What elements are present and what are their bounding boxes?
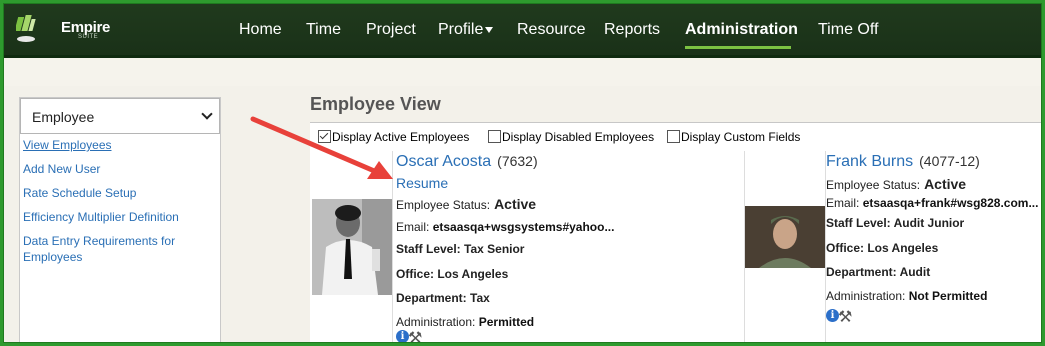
employee-actions: i ⚒ [396,328,436,342]
checkbox-icon[interactable] [488,130,501,143]
department: Department: Audit [826,265,931,279]
employee-photo[interactable] [312,199,392,295]
filter-bar: Display Active Employees Display Disable… [310,122,1041,152]
resume-link[interactable]: Resume [396,175,448,191]
sidebar-section-select[interactable]: Employee [20,98,220,134]
email-label: Email: [396,220,430,234]
sidebar-link-efficiency-multiplier[interactable]: Efficiency Multiplier Definition [23,209,179,225]
status-value: Active [494,196,537,212]
nav-administration[interactable]: Administration [685,21,798,39]
employee-actions: i ⚒ [826,308,866,326]
sidebar-link-data-entry-requirements[interactable]: Data Entry Requirements for Employees [23,233,193,265]
header-band [4,58,1041,86]
status-label: Employee Status: [396,198,491,212]
employee-status: Employee Status: Active [396,196,536,212]
employee-cards: Oscar Acosta (7632) Resume Employee Statu… [310,151,1041,342]
filter-active-employees[interactable]: Display Active Employees [318,130,469,144]
employee-name-text: Oscar Acosta [396,153,492,170]
checkbox-icon[interactable] [318,130,331,143]
nav-time[interactable]: Time [306,21,341,39]
status-value: Active [924,176,967,192]
administration: Administration: Not Permitted [826,289,987,303]
employee-email: Email: etsaasqa+wsgsystems#yahoo... [396,220,614,234]
app-frame: Empire SUITE Home Time Project Profile R… [3,3,1042,343]
page-title: Employee View [310,94,441,114]
nav-profile[interactable]: Profile [438,21,494,39]
administration-value: Not Permitted [908,289,988,303]
staff-level: Staff Level: Audit Junior [826,216,965,230]
filter-disabled-employees[interactable]: Display Disabled Employees [488,130,654,144]
active-nav-indicator [685,46,791,49]
tools-icon[interactable]: ⚒ [838,307,852,327]
employee-name[interactable]: Frank Burns (4077-12) [826,153,980,171]
sidebar: Employee View Employees Add New User Rat… [19,97,221,342]
empire-logo[interactable]: Empire SUITE [14,12,114,48]
administration-label: Administration: [826,289,906,303]
status-label: Employee Status: [826,178,921,192]
chevron-down-icon [201,108,213,120]
employee-photo-column [310,151,393,342]
email-value: etsaasqa+frank#wsg828.com... [862,196,1039,210]
logo-subtext: SUITE [78,34,99,40]
employee-email: Email: etsaasqa+frank#wsg828.com... [826,196,1038,210]
office: Office: Los Angeles [826,241,939,255]
employee-photo-column [744,151,826,342]
sidebar-link-view-employees[interactable]: View Employees [23,137,112,153]
sidebar-link-add-new-user[interactable]: Add New User [23,161,100,177]
filter-active-label: Display Active Employees [332,130,470,144]
empire-logo-icon [16,15,36,42]
tools-icon[interactable]: ⚒ [408,328,422,342]
nav-profile-label: Profile [438,21,484,38]
nav-home[interactable]: Home [239,21,282,39]
employee-id: (4077-12) [919,153,980,169]
caret-down-icon [485,26,494,33]
nav-resource[interactable]: Resource [517,21,585,39]
employee-name[interactable]: Oscar Acosta (7632) [396,153,538,171]
administration: Administration: Permitted [396,315,534,329]
email-label: Email: [826,196,860,210]
department: Department: Tax [396,291,490,305]
nav-reports[interactable]: Reports [604,21,660,39]
administration-label: Administration: [396,315,476,329]
employee-id: (7632) [497,153,538,169]
employee-name-text: Frank Burns [826,153,914,170]
filter-disabled-label: Display Disabled Employees [502,130,655,144]
sidebar-select-value: Employee [32,109,95,125]
main-content: Employee View Display Active Employees D… [310,89,1041,342]
sidebar-link-rate-schedule[interactable]: Rate Schedule Setup [23,185,136,201]
top-navbar: Empire SUITE Home Time Project Profile R… [4,4,1041,58]
email-value: etsaasqa+wsgsystems#yahoo... [432,220,615,234]
checkbox-icon[interactable] [667,130,680,143]
nav-project[interactable]: Project [366,21,416,39]
staff-level: Staff Level: Tax Senior [396,242,525,256]
filter-custom-label: Display Custom Fields [681,130,801,144]
office: Office: Los Angeles [396,267,509,281]
administration-value: Permitted [478,315,535,329]
employee-photo[interactable] [745,206,825,268]
filter-custom-fields[interactable]: Display Custom Fields [667,130,800,144]
nav-time-off[interactable]: Time Off [818,21,878,39]
employee-status: Employee Status: Active [826,176,966,192]
